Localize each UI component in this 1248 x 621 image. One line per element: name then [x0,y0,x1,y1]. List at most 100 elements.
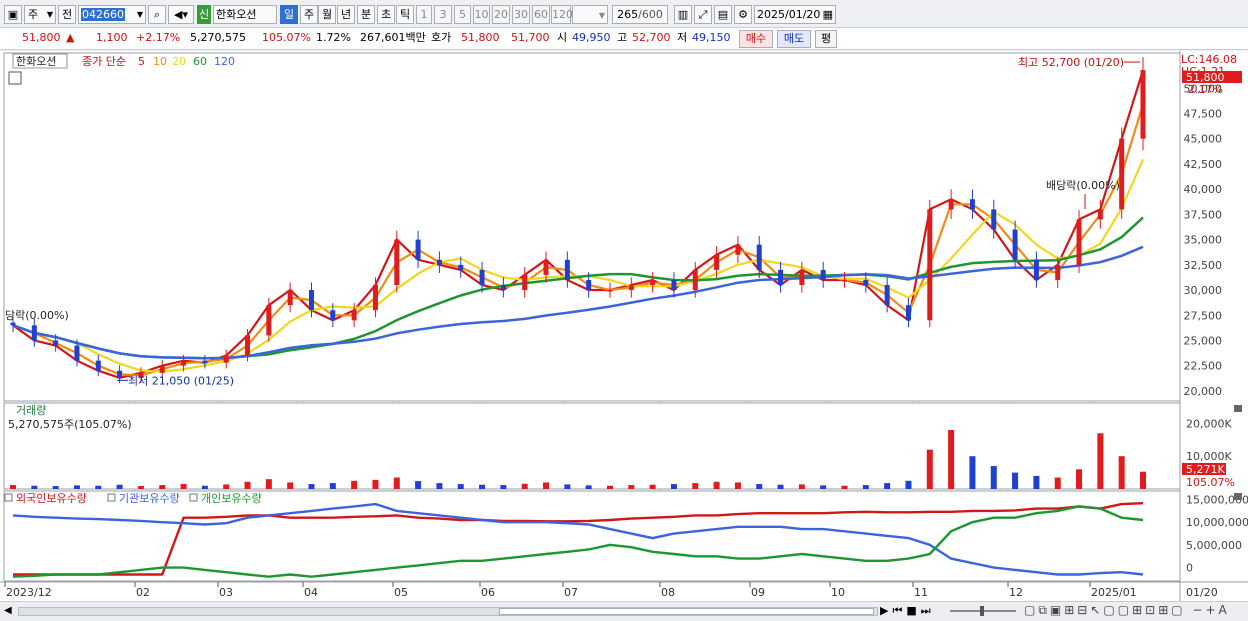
volume-bar [969,456,976,489]
x-tick-label: 2023/12 [6,586,52,599]
price-tick-label: 25,000 [1184,334,1223,347]
interval-60[interactable]: 60 [532,5,550,24]
layout-icon[interactable]: ▣ [4,5,22,24]
candle-body [543,259,549,275]
interval-120[interactable]: 120 [551,5,573,24]
zoom-slider[interactable] [950,606,1016,616]
zoom-slider-handle[interactable] [980,606,984,616]
candle-body [863,279,869,285]
candle-body [223,355,229,363]
interval-30[interactable]: 30 [512,5,530,24]
candle-body [1097,209,1103,220]
x-tick-label: 05 [394,586,408,599]
average-button[interactable]: 평 [815,30,837,48]
timeframe-5[interactable]: 초 [377,5,395,24]
calendar-icon: ▦ [822,8,833,21]
period-select[interactable]: 주 ▼ [24,5,56,24]
ma-legend-5: 5 [138,55,145,68]
x-tick-label: 02 [136,586,150,599]
candle-body [756,244,762,270]
dividend-annotation: 배당락(0.00%) [1046,179,1120,192]
interval-20[interactable]: 20 [492,5,510,24]
price-tick-label: 20,000 [1184,385,1223,398]
candle-body [628,285,634,291]
candle-body [95,360,101,371]
count-dropdown[interactable]: ▼ [572,5,608,24]
volume-bar [1118,456,1125,489]
volume-bar [734,482,741,489]
timeframe-4[interactable]: 분 [357,5,375,24]
timeframe-1[interactable]: 주 [300,5,318,24]
x-tick-label: 06 [481,586,495,599]
stock-name-field[interactable]: 한화오션 [213,5,277,24]
low-label: 저 [677,31,688,44]
ask-label: 호가 [431,31,452,44]
x-tick-label: 12 [1009,586,1023,599]
period-type-label: 주 [28,8,39,21]
candle-body [287,290,293,306]
chevron-down-icon: ▼ [136,10,143,19]
holdings-legend-box [4,493,13,502]
playback-controls[interactable]: ▶⏮■⏭ [880,604,935,618]
interval-3[interactable]: 3 [434,5,452,24]
volume-current-tag: 5,271K [1186,463,1225,476]
timeframe-0[interactable]: 일 [280,5,298,24]
candle-body [692,269,698,291]
volume-tick-label: 10,000K [1186,450,1232,463]
chart-area[interactable]: 최고 52,700 (01/20) 최저 21,050 (01/25) 배당락(0.… [0,51,1248,601]
volume-bar [137,486,144,489]
interval-5[interactable]: 5 [454,5,471,24]
scroll-left-icon[interactable]: ◀ [4,605,12,616]
sell-button[interactable]: 매도 [777,30,811,48]
timeframe-3[interactable]: 년 [337,5,355,24]
up-arrow-icon: ▲ [66,31,75,44]
speaker-icon[interactable]: ◀▾ [168,5,194,24]
buy-button[interactable]: 매수 [739,30,773,48]
volume-bar [713,481,720,489]
x-tick-label: 11 [914,586,928,599]
candle-type-icon[interactable]: ▥ [674,5,692,24]
credit-badge: 신 [197,5,211,24]
candle-body [799,269,805,285]
price-change-pct: +2.17% [136,31,181,44]
volume-bar [926,449,933,489]
search-icon[interactable]: ⌕ [148,5,166,24]
volume-bar [457,484,464,489]
price-tick-label: 22,500 [1184,360,1223,373]
current-price: 51,800 [22,31,61,44]
candle-body [1119,138,1125,210]
x-tick-label: 04 [304,586,318,599]
candle-body [714,254,720,270]
stock-code-input[interactable]: 042660 ▼ [78,5,146,24]
interval-1[interactable]: 1 [416,5,432,24]
interval-10[interactable]: 10 [473,5,490,24]
gear-icon[interactable]: ⚙ [734,5,752,24]
volume-bar [1012,472,1019,489]
price-tick-label: 30,000 [1184,284,1223,297]
volume-bar [180,484,187,489]
bottom-bar: ◀ ▶⏮■⏭ ▢⧉▣⊞⊟↖▢▢⊞⊡⊞▢ −+A [0,601,1248,621]
high-label: 고 [617,31,628,44]
candle-body [181,360,187,366]
candle-body [778,269,784,285]
timeframe-2[interactable]: 월 [318,5,336,24]
save-icon[interactable]: ▤ [714,5,732,24]
date-field[interactable]: 2025/01/20 ▦ [754,5,836,24]
scrollbar-track[interactable] [18,607,878,616]
volume-bar [692,483,699,489]
candle-body [1140,70,1146,139]
count-display[interactable]: 265/600 [612,5,668,24]
candle-body [1033,259,1039,280]
volume-bar [201,485,208,489]
panel-close-icon [1234,493,1242,500]
scrollbar-thumb[interactable] [499,608,874,615]
stock-chart[interactable]: 최고 52,700 (01/20) 최저 21,050 (01/25) 배당락(0.… [0,51,1248,601]
line-tool-icon[interactable]: ⤢ [694,5,712,24]
volume-bar [798,484,805,489]
volume-bar [244,481,251,489]
timeframe-6[interactable]: 틱 [396,5,414,24]
candle-body [842,279,848,282]
tool-icons[interactable]: ▢⧉▣⊞⊟↖▢▢⊞⊡⊞▢ −+A [1024,603,1230,618]
prev-button[interactable]: 전 [58,5,76,24]
volume-bar [1140,471,1146,489]
